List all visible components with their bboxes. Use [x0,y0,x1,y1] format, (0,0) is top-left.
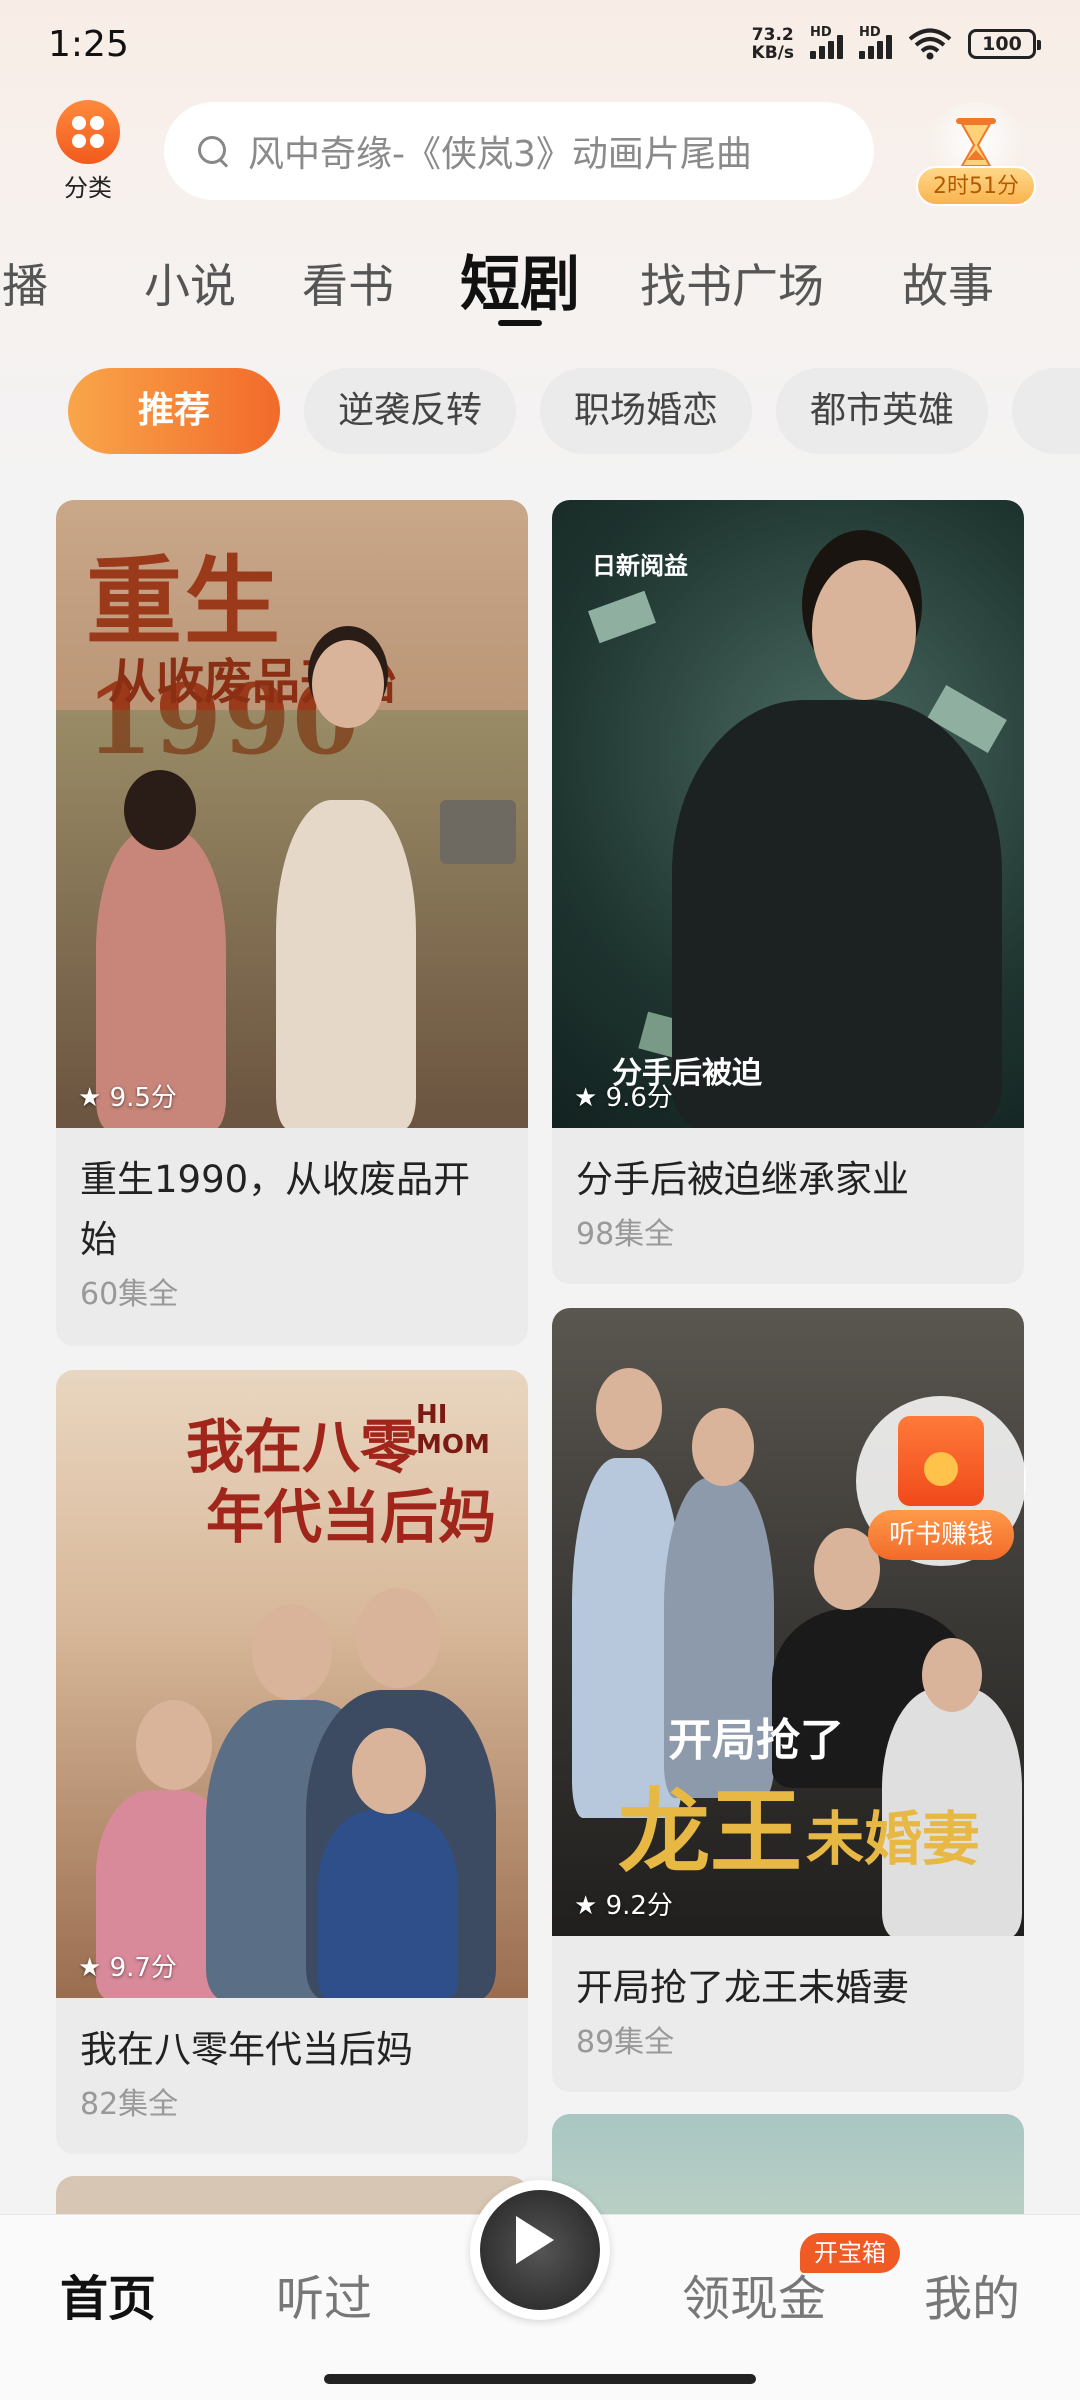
poster-head [596,1368,662,1450]
tab-reading[interactable]: 看书 [302,250,394,316]
poster-head-4 [922,1638,982,1712]
rating-value: 9.7分 [109,1953,177,1983]
search-icon [196,134,230,168]
drama-episodes: 82集全 [80,2087,179,2122]
tab-broadcast[interactable]: 广播 [0,250,48,316]
poster-head-3 [356,1588,440,1688]
rating-badge: ★ 9.5分 [78,1083,177,1113]
rating-value: 9.6分 [605,1083,673,1113]
rating-badge: ★ 9.7分 [78,1953,177,1983]
poster-title-line3: 未婚妻 [806,1805,981,1873]
status-time: 1:25 [48,24,129,65]
signal-hd-label-2: HD [859,25,881,40]
nav-mine[interactable]: 我的 [924,2259,1020,2329]
tab-book-square[interactable]: 找书广场 [640,250,824,316]
poster-tv [440,800,516,864]
poster-head-2 [692,1408,754,1486]
player-button[interactable] [470,2180,610,2320]
drama-card[interactable]: 重生1990 从收废品开始 ★ 9.5分 重生1990，从收废品开始 60集全 [56,500,528,1346]
drama-cover: 日新阅益 分手后被迫 ★ 9.6分 [552,500,1024,1128]
sleep-timer-button[interactable]: 2时51分 [916,102,1036,212]
poster-face [812,560,916,700]
rating-value: 9.5分 [109,1083,177,1113]
poster-head [124,770,196,850]
tab-short-drama[interactable]: 短剧 [460,236,580,323]
nav-home[interactable]: 首页 [60,2259,156,2329]
category-tabs: 广播 小说 看书 短剧 找书广场 故事 [0,236,1080,326]
rating-badge: ★ 9.6分 [574,1083,673,1113]
poster-face-2 [312,640,384,728]
drama-episodes: 98集全 [576,1217,675,1252]
nav-history[interactable]: 听过 [276,2259,372,2329]
rating-value: 9.2分 [605,1891,673,1921]
tab-stories[interactable]: 故事 [902,250,994,316]
status-bar: 1:25 73.2 KB/s HD HD 100 [0,0,1080,96]
drama-cover: 重生1990 从收废品开始 ★ 9.5分 [56,500,528,1128]
chip-more[interactable] [1012,368,1080,454]
battery-icon: 100 [968,29,1041,59]
drama-cover: 我在八零 年代当后妈 HI MOM ★ 9.7分 [56,1370,528,1998]
category-label: 分类 [64,174,112,202]
chip-urban-hero[interactable]: 都市英雄 [776,368,988,454]
poster-logo: 日新阅益 [592,552,688,580]
grid-dots-icon [56,100,120,164]
poster-english-title: HI MOM [416,1400,490,1460]
search-input[interactable]: 风中奇缘-《侠岚3》动画片尾曲 [164,102,874,200]
filter-chips: 推荐 逆袭反转 职场婚恋 都市英雄 [0,368,1080,456]
drama-title: 我在八零年代当后妈 [80,2028,413,2071]
wifi-icon [908,28,952,60]
category-button[interactable]: 分类 [48,100,128,203]
chip-workplace-romance[interactable]: 职场婚恋 [540,368,752,454]
timer-label: 2时51分 [916,166,1036,206]
drama-card[interactable]: 日新阅益 分手后被迫 ★ 9.6分 分手后被迫继承家业 98集全 [552,500,1024,1284]
poster-figure-4 [318,1810,458,1998]
poster-head-4 [352,1728,426,1814]
drama-title: 重生1990，从收废品开始 [80,1158,471,1261]
treasure-box-badge: 开宝箱 [800,2233,900,2273]
status-indicators: 73.2 KB/s HD HD 100 [752,25,1041,62]
signal-icon-2: HD [859,25,892,59]
poster-head [136,1700,212,1790]
drama-title: 开局抢了龙王未婚妻 [576,1966,909,2009]
chip-comeback[interactable]: 逆袭反转 [304,368,516,454]
poster-title-line2: 龙王 [618,1778,803,1886]
drama-episodes: 89集全 [576,2025,675,2060]
rating-badge: ★ 9.2分 [574,1891,673,1921]
tab-novel[interactable]: 小说 [144,250,236,316]
earn-listening-promo[interactable]: 听书赚钱 [856,1396,1066,1566]
poster-title-line2: 年代当后妈 [206,1483,497,1551]
poster-head-2 [252,1604,332,1700]
play-icon [516,2216,554,2264]
network-speed-unit: KB/s [751,43,794,63]
drama-episodes: 60集全 [80,1277,179,1312]
network-speed: 73.2 KB/s [752,26,794,62]
tab-indicator [498,320,542,326]
red-envelope-icon [898,1416,984,1506]
drama-title: 分手后被迫继承家业 [576,1158,909,1201]
network-speed-value: 73.2 [751,25,794,45]
poster-figure-2 [276,800,416,1128]
poster-money [587,590,657,644]
home-indicator[interactable] [324,2374,756,2384]
signal-hd-label: HD [810,25,832,40]
drama-card[interactable]: 我在八零 年代当后妈 HI MOM ★ 9.7分 我在八零年代当后妈 82集全 [56,1370,528,2154]
search-placeholder: 风中奇缘-《侠岚3》动画片尾曲 [248,134,752,175]
signal-icon: HD [810,25,843,59]
chip-recommended[interactable]: 推荐 [68,368,280,454]
promo-label: 听书赚钱 [868,1510,1014,1560]
